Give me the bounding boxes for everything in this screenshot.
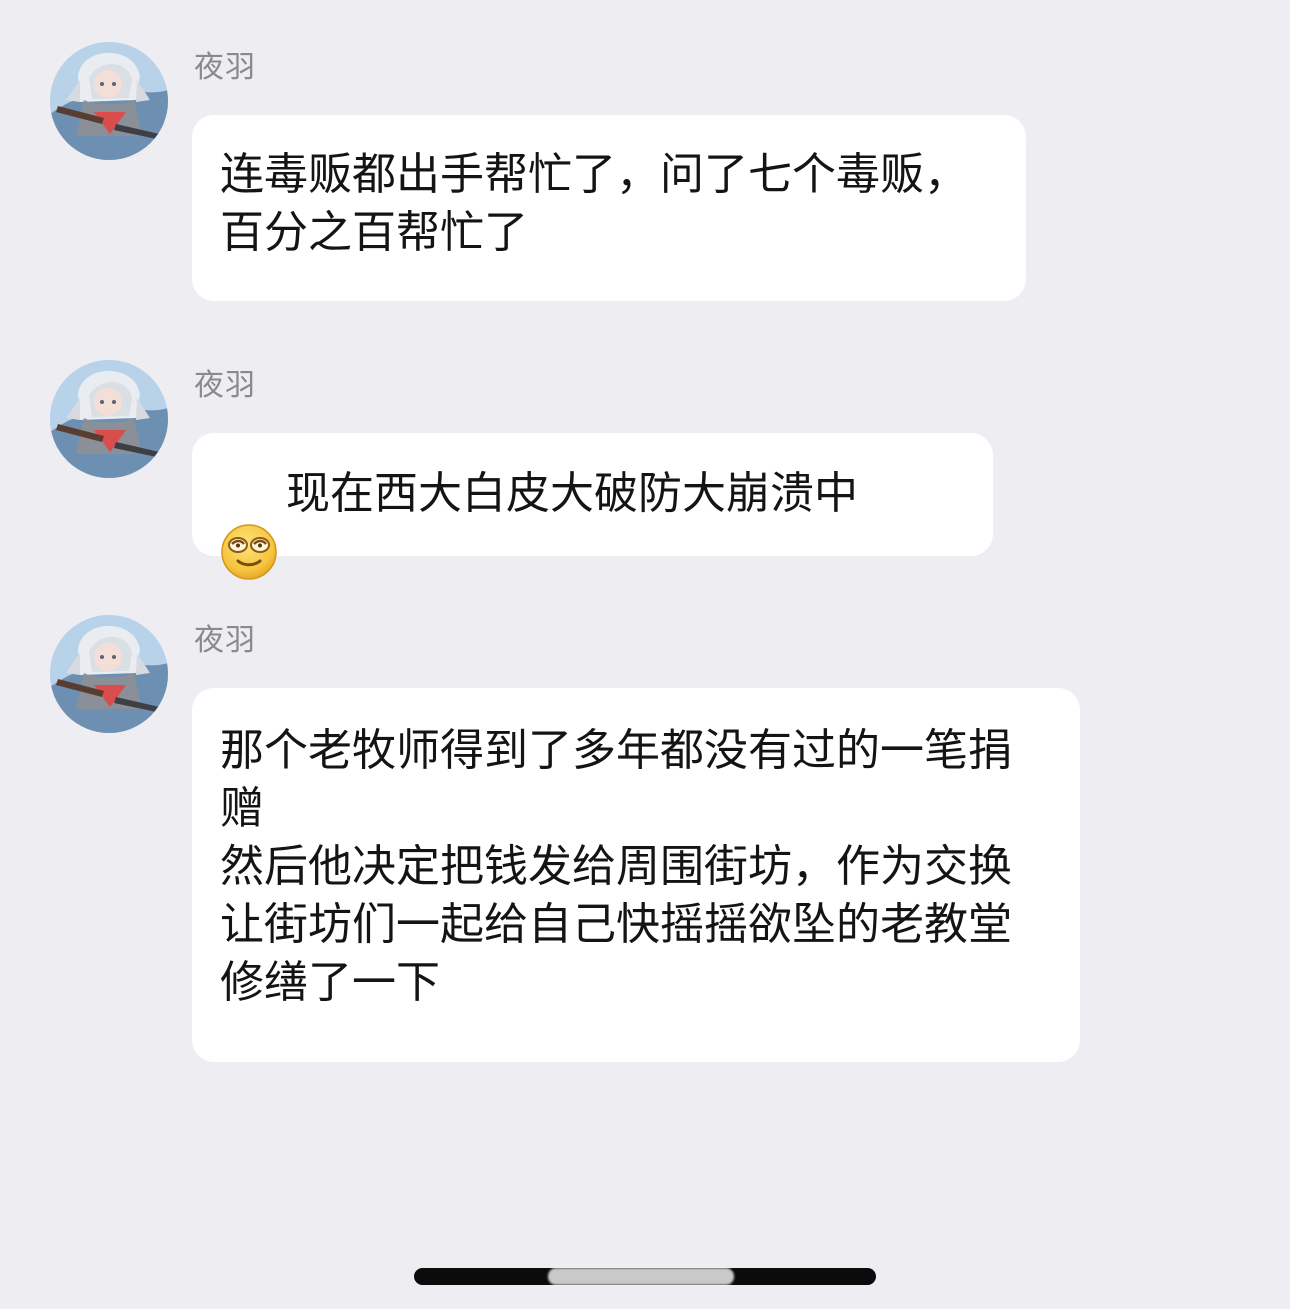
message-bubble[interactable]: 现在西大白皮大破防大崩溃中 <box>192 433 993 580</box>
avatar[interactable] <box>50 615 168 733</box>
message-bubble[interactable]: 那个老牧师得到了多年都没有过的一笔捐赠 然后他决定把钱发给周围街坊，作为交换让街… <box>192 688 1080 1062</box>
sender-name: 夜羽 <box>194 50 256 85</box>
anime-character-avatar-icon <box>50 42 168 160</box>
chat-message-list: 夜羽 连毒贩都出手帮忙了，问了七个毒贩，百分之百帮忙了 夜羽 现在西大白皮大破防… <box>0 0 1290 1309</box>
avatar[interactable] <box>50 360 168 478</box>
smirk-face-emoji-icon <box>220 465 278 580</box>
sender-name: 夜羽 <box>194 368 256 403</box>
message-bubble[interactable]: 连毒贩都出手帮忙了，问了七个毒贩，百分之百帮忙了 <box>192 115 1026 301</box>
sender-name: 夜羽 <box>194 623 256 658</box>
message-text: 现在西大白皮大破防大崩溃中 <box>286 468 858 519</box>
avatar[interactable] <box>50 42 168 160</box>
anime-character-avatar-icon <box>50 360 168 478</box>
watermark-overlay <box>548 1268 734 1285</box>
anime-character-avatar-icon <box>50 615 168 733</box>
